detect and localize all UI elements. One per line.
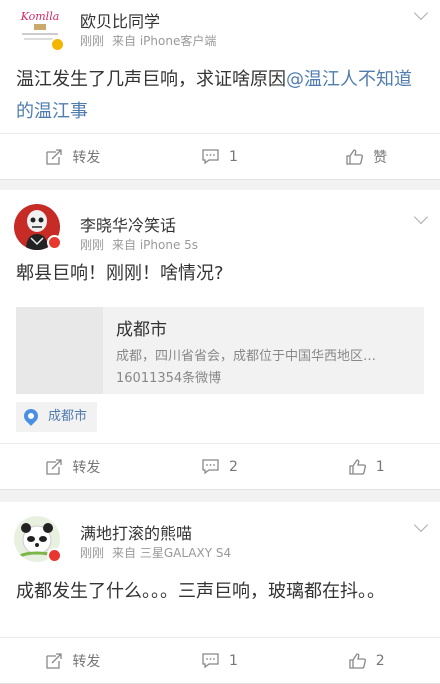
- post-source: 来自 iPhone客户端: [112, 34, 217, 48]
- like-count: 1: [375, 458, 385, 475]
- like-button[interactable]: 1: [293, 444, 440, 489]
- repost-label: 转发: [72, 459, 101, 476]
- post-source: 来自 iPhone 5s: [112, 238, 199, 252]
- link-card[interactable]: 成都市 成都，四川省省会，成都位于中国华西地区… 16011354条微博: [16, 307, 424, 394]
- red-badge: [47, 548, 62, 563]
- post-meta: 刚刚 来自 iPhone 5s: [80, 236, 206, 253]
- post-text: 成都发生了什么。。。三声巨响，玻璃都在抖。。: [16, 581, 385, 602]
- post-time: 刚刚: [80, 34, 105, 48]
- post-card: Komlla 欧贝比同学 刚刚 来自 iPhone客户端 温江发生了几声巨响，求证…: [0, 0, 440, 180]
- link-description: 成都，四川省省会，成都位于中国华西地区…: [116, 349, 377, 364]
- username[interactable]: 欧贝比同学: [80, 8, 160, 32]
- post-time: 刚刚: [80, 238, 105, 252]
- post-body: 温江发生了几声巨响，求证啥原因: [16, 69, 286, 90]
- like-icon: [346, 148, 364, 165]
- verified-badge: [50, 37, 65, 52]
- post-card: 李晓华冷笑话 刚刚 来自 iPhone 5s 郫县巨响！刚刚！啥情况? 成都市 成…: [0, 190, 440, 490]
- like-button[interactable]: 赞: [293, 134, 440, 179]
- repost-icon: [46, 148, 62, 165]
- post-time: 刚刚: [80, 546, 105, 560]
- comment-icon: [202, 459, 219, 474]
- username[interactable]: 满地打滚的熊喵: [80, 520, 192, 544]
- repost-icon: [46, 458, 62, 475]
- comment-icon: [202, 149, 219, 164]
- red-badge: [47, 235, 62, 250]
- comment-button[interactable]: 2: [147, 444, 294, 489]
- comment-button[interactable]: 1: [147, 134, 294, 179]
- comment-count: 1: [229, 652, 238, 669]
- post-text: 温江发生了几声巨响，求证啥原因@温江人不知道的温江事: [16, 64, 424, 128]
- avatar-logo-text: Komlla: [20, 10, 60, 23]
- like-count: 2: [375, 652, 385, 669]
- like-icon: [349, 652, 366, 669]
- comment-icon: [202, 653, 219, 668]
- action-bar: 转发 1 赞: [0, 133, 440, 179]
- comment-count: 2: [229, 458, 238, 475]
- location-label: 成都市: [48, 409, 88, 424]
- like-label: 赞: [373, 149, 388, 166]
- link-subtitle: 16011354条微博: [116, 371, 222, 386]
- like-button[interactable]: 2: [293, 638, 440, 683]
- link-thumbnail: [16, 307, 103, 394]
- username[interactable]: 李晓华冷笑话: [80, 212, 176, 236]
- repost-label: 转发: [72, 653, 101, 670]
- repost-button[interactable]: 转发: [0, 134, 147, 179]
- repost-button[interactable]: 转发: [0, 638, 147, 683]
- location-tag[interactable]: 成都市: [16, 402, 98, 432]
- link-title: 成都市: [116, 320, 167, 340]
- repost-button[interactable]: 转发: [0, 444, 147, 489]
- chevron-down-icon[interactable]: [413, 517, 429, 533]
- comment-button[interactable]: 1: [147, 638, 294, 683]
- action-bar: 转发 2 1: [0, 443, 440, 489]
- comment-count: 1: [229, 148, 238, 165]
- post-meta: 刚刚 来自 iPhone客户端: [80, 32, 224, 49]
- location-icon: [21, 406, 41, 426]
- repost-icon: [46, 652, 62, 669]
- like-icon: [349, 458, 366, 475]
- repost-label: 转发: [72, 149, 101, 166]
- post-source: 来自 三星GALAXY S4: [112, 546, 232, 560]
- post-text: 郫县巨响！刚刚！啥情况?: [16, 263, 224, 284]
- action-bar: 转发 1 2: [0, 637, 440, 683]
- post-meta: 刚刚 来自 三星GALAXY S4: [80, 544, 239, 561]
- chevron-down-icon[interactable]: [413, 5, 429, 21]
- post-card: 满地打滚的熊喵 刚刚 来自 三星GALAXY S4 成都发生了什么。。。三声巨响，…: [0, 502, 440, 684]
- chevron-down-icon[interactable]: [413, 209, 429, 225]
